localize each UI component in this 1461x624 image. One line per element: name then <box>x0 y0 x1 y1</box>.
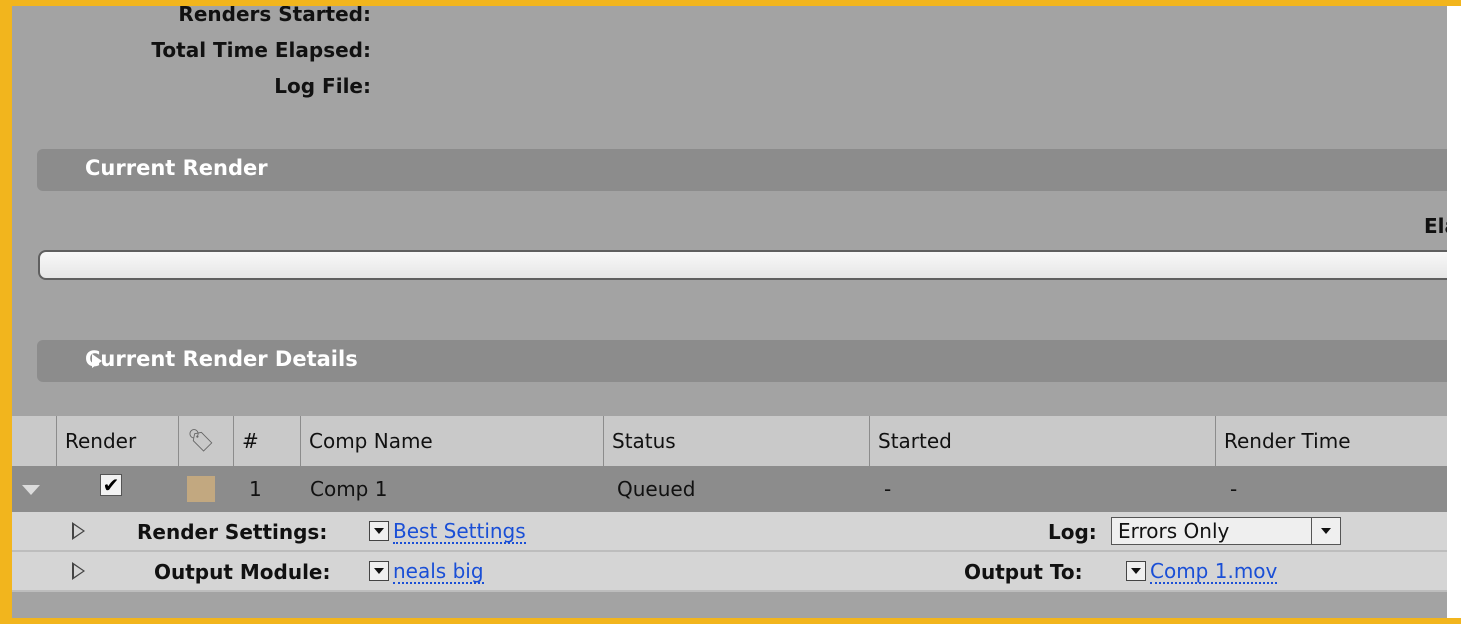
elapsed-label: Ela <box>1424 214 1459 238</box>
collapse-triangle-icon[interactable] <box>22 485 40 495</box>
render-settings-dropdown-icon[interactable] <box>369 521 389 541</box>
column-header-render[interactable]: Render <box>56 416 178 466</box>
dropdown-arrow-icon[interactable] <box>1311 518 1340 544</box>
log-file-label: Log File: <box>274 74 371 98</box>
table-row[interactable]: ✔ 1 Comp 1 Queued - - <box>12 466 1447 512</box>
column-header-number[interactable]: # <box>233 416 300 466</box>
output-module-label: Output Module: <box>154 560 331 584</box>
render-queue-panel: Renders Started: Total Time Elapsed: Log… <box>0 0 1461 624</box>
column-header-comp-name[interactable]: Comp Name <box>300 416 603 466</box>
log-select-value: Errors Only <box>1118 519 1230 543</box>
output-module-row: Output Module: neals big Output To: Comp… <box>12 552 1447 592</box>
table-header: Render 🏷 # Comp Name Status Started Rend… <box>12 416 1447 466</box>
render-progress-bar <box>38 250 1461 280</box>
output-to-link[interactable]: Comp 1.mov <box>1150 560 1278 584</box>
log-select[interactable]: Errors Only <box>1111 517 1341 545</box>
render-queue-table: Render 🏷 # Comp Name Status Started Rend… <box>12 416 1447 592</box>
output-to-label: Output To: <box>964 560 1083 584</box>
output-to-dropdown-icon[interactable] <box>1126 561 1146 581</box>
render-time-cell: - <box>1230 477 1238 501</box>
render-settings-link[interactable]: Best Settings <box>393 520 526 544</box>
column-header-label[interactable]: 🏷 <box>178 416 233 466</box>
total-time-elapsed-label: Total Time Elapsed: <box>151 38 371 62</box>
log-label: Log: <box>1048 520 1097 544</box>
comp-name-cell: Comp 1 <box>310 477 388 501</box>
started-cell: - <box>884 477 892 501</box>
expand-output-module-icon[interactable] <box>72 562 85 580</box>
render-checkbox[interactable]: ✔ <box>100 474 122 496</box>
current-render-details-header[interactable]: Current Render Details <box>37 340 1457 382</box>
column-header-render-time[interactable]: Render Time <box>1215 416 1447 466</box>
output-module-link[interactable]: neals big <box>393 560 484 584</box>
item-number: 1 <box>249 477 262 501</box>
column-header-started[interactable]: Started <box>869 416 1215 466</box>
tag-icon: 🏷 <box>187 429 215 454</box>
current-render-header: Current Render <box>37 149 1457 191</box>
current-render-details-title: Current Render Details <box>85 347 358 371</box>
status-cell: Queued <box>617 477 696 501</box>
output-module-dropdown-icon[interactable] <box>369 561 389 581</box>
current-render-title: Current Render <box>85 156 268 180</box>
column-header-status[interactable]: Status <box>603 416 869 466</box>
render-settings-label: Render Settings: <box>137 520 328 544</box>
label-color-swatch[interactable] <box>187 476 215 502</box>
expand-render-settings-icon[interactable] <box>72 522 85 540</box>
renders-started-label: Renders Started: <box>178 2 371 26</box>
render-settings-row: Render Settings: Best Settings Log: Erro… <box>12 512 1447 552</box>
